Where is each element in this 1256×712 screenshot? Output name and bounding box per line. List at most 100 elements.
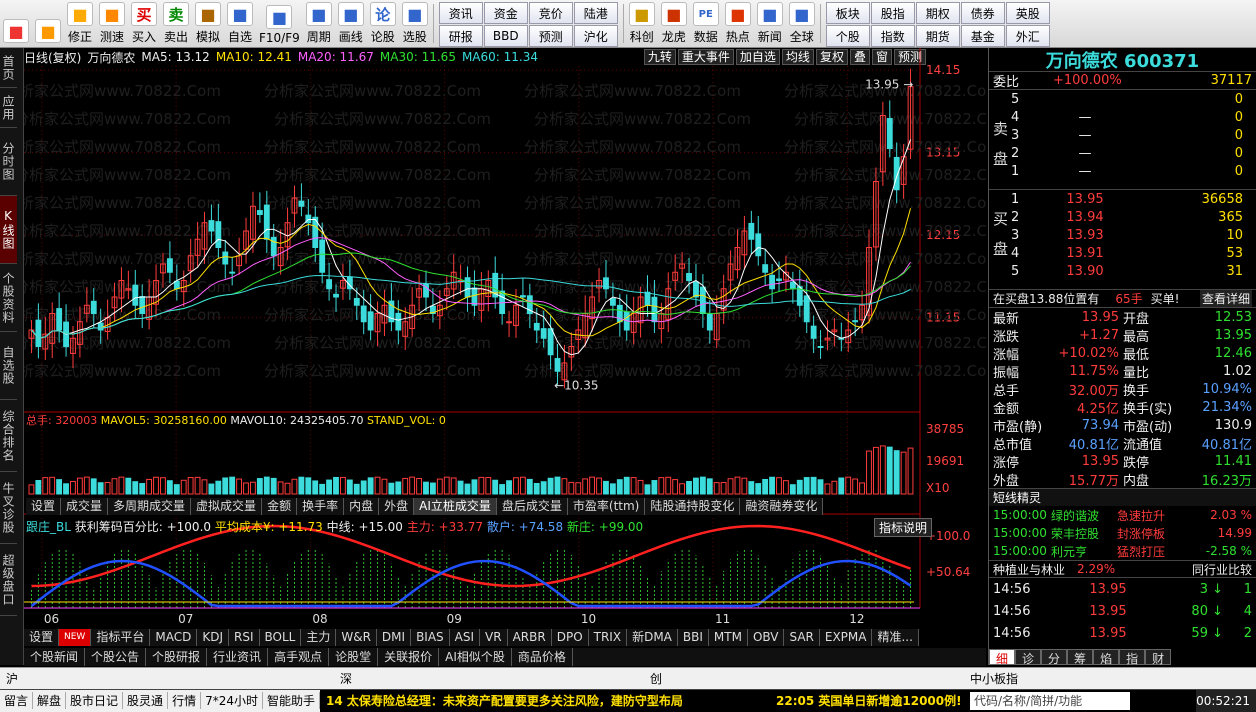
arrows-toolbar-button[interactable]: ■ 修正: [64, 0, 96, 47]
tab-14[interactable]: DPO: [551, 629, 589, 646]
toolbar-个股-button[interactable]: 个股: [825, 25, 870, 47]
tab-12[interactable]: 融资融券变化: [740, 498, 824, 515]
toolbar-债券-button[interactable]: 债券: [960, 2, 1005, 24]
view-detail-button[interactable]: 查看详细: [1199, 290, 1252, 307]
select-toolbar-button[interactable]: ■ 选股: [399, 0, 431, 47]
tab-1[interactable]: 个股公告: [85, 648, 147, 666]
toolbar-资讯-button[interactable]: 资讯: [438, 2, 483, 24]
tab-9[interactable]: DMI: [376, 629, 412, 646]
ticker-item[interactable]: 留言: [0, 692, 34, 709]
tab-17[interactable]: BBI: [677, 629, 709, 646]
sell-level-1[interactable]: 1—0: [1007, 162, 1247, 180]
quote-tab-3[interactable]: 筹: [1067, 649, 1094, 666]
toolbar-BBD-button[interactable]: BBD: [483, 25, 528, 47]
hot-toolbar-button[interactable]: ■ 热点: [722, 0, 754, 47]
sidebar-item-6[interactable]: 综合排名: [0, 400, 17, 472]
tab-11[interactable]: 陆股通持股变化: [645, 498, 741, 515]
toolbar-期权-button[interactable]: 期权: [915, 2, 960, 24]
indicator-help-button[interactable]: 指标说明: [874, 518, 933, 537]
ticker-item[interactable]: 7*24小时: [201, 692, 263, 709]
tab-6[interactable]: BOLL: [259, 629, 302, 646]
toolbar-期货-button[interactable]: 期货: [915, 25, 960, 47]
pe-toolbar-button[interactable]: PE 数据: [690, 0, 722, 47]
quote-tab-4[interactable]: 焰: [1093, 649, 1120, 666]
elves-title[interactable]: 短线精灵: [989, 488, 1256, 506]
quote-tab-0[interactable]: 细: [989, 649, 1016, 666]
tab-7[interactable]: 外盘: [379, 498, 415, 515]
tab-1[interactable]: NEW: [59, 629, 92, 646]
toolbar-外汇-button[interactable]: 外汇: [1005, 25, 1050, 47]
tab-21[interactable]: EXPMA: [819, 629, 873, 646]
tab-13[interactable]: ARBR: [507, 629, 552, 646]
tab-15[interactable]: TRIX: [588, 629, 628, 646]
sidebar-item-7[interactable]: 牛叉诊股: [0, 472, 17, 544]
tab-7[interactable]: 主力: [301, 629, 337, 646]
cy-index[interactable]: 创: [650, 670, 970, 687]
tab-2[interactable]: 指标平台: [91, 629, 151, 646]
f10-toolbar-button[interactable]: ■ F10/F9: [256, 0, 303, 47]
news-toolbar-button[interactable]: ■ 新闻: [754, 0, 786, 47]
tab-2[interactable]: 多周期成交量: [108, 498, 192, 515]
tab-19[interactable]: OBV: [747, 629, 785, 646]
sidebar-item-5[interactable]: 自选股: [0, 332, 17, 400]
quote-tab-6[interactable]: 财: [1145, 649, 1172, 666]
news-headline-1[interactable]: 14 太保寿险总经理：未来资产配置要更多关注风险，建防守型布局: [326, 692, 766, 709]
tab-10[interactable]: BIAS: [411, 629, 450, 646]
sidebar-item-3[interactable]: K线图: [0, 196, 17, 264]
sidebar-item-8[interactable]: 超级盘口: [0, 544, 17, 616]
sell-level-3[interactable]: 3—0: [1007, 126, 1247, 144]
sh-index[interactable]: 沪: [0, 670, 340, 687]
toolbar-基金-button[interactable]: 基金: [960, 25, 1005, 47]
tab-18[interactable]: MTM: [708, 629, 748, 646]
tab-5[interactable]: RSI: [229, 629, 260, 646]
tab-3[interactable]: 行业资讯: [207, 648, 269, 666]
discuss-toolbar-button[interactable]: 论论股: [367, 0, 399, 47]
sell-level-5[interactable]: 50: [1007, 90, 1247, 108]
ticker-item[interactable]: 行情: [168, 692, 202, 709]
buy-level-5[interactable]: 5 13.90 31: [1007, 262, 1247, 280]
tab-3[interactable]: 虚拟成交量: [191, 498, 263, 515]
tab-22[interactable]: 精准...: [872, 629, 919, 646]
tab-4[interactable]: 高手观点: [268, 648, 330, 666]
toolbar-竞价-button[interactable]: 竞价: [528, 2, 573, 24]
toolbar-英股-button[interactable]: 英股: [1005, 2, 1050, 24]
windows-toolbar-button[interactable]: ■: [0, 0, 32, 47]
sidebar-item-2[interactable]: 分时图: [0, 128, 17, 196]
back-toolbar-button[interactable]: ■: [32, 0, 64, 47]
tab-11[interactable]: ASI: [449, 629, 481, 646]
ticker-item[interactable]: 股灵通: [123, 692, 169, 709]
toolbar-研报-button[interactable]: 研报: [438, 25, 483, 47]
sell-level-4[interactable]: 4—0: [1007, 108, 1247, 126]
sidebar-item-0[interactable]: 首页: [0, 48, 17, 88]
tab-20[interactable]: SAR: [784, 629, 820, 646]
period-toolbar-button[interactable]: ■ 周期: [303, 0, 335, 47]
tab-4[interactable]: 金额: [262, 498, 298, 515]
tab-8[interactable]: 商品价格: [512, 648, 573, 666]
elf-row[interactable]: 15:00:00 利元亨 猛烈打压 -2.58 %: [989, 542, 1256, 560]
clock-toolbar-button[interactable]: ■ 测速: [96, 0, 128, 47]
tab-9[interactable]: 盘后成交量: [496, 498, 568, 515]
elf-row[interactable]: 15:00:00 荣丰控股 封涨停板 14.99: [989, 524, 1256, 542]
ticker-item[interactable]: 股市日记: [66, 692, 124, 709]
industry-compare-button[interactable]: 同行业比较: [1192, 561, 1252, 578]
tab-6[interactable]: 关联报价: [378, 648, 440, 666]
tab-0[interactable]: 设置: [26, 498, 62, 515]
tab-16[interactable]: 新DMA: [627, 629, 678, 646]
toolbar-预测-button[interactable]: 预测: [528, 25, 573, 47]
tab-10[interactable]: 市盈率(ttm): [567, 498, 646, 515]
buy-level-4[interactable]: 4 13.91 53: [1007, 244, 1247, 262]
star-toolbar-button[interactable]: ■ 自选: [224, 0, 256, 47]
tab-8[interactable]: W&R: [336, 629, 377, 646]
news-headline-2[interactable]: 22:05 英国单日新增逾12000例!: [776, 692, 966, 709]
globe-toolbar-button[interactable]: ■ 全球: [786, 0, 818, 47]
sidebar-item-4[interactable]: 个股资料: [0, 264, 17, 332]
tab-5[interactable]: 换手率: [297, 498, 345, 515]
tab-0[interactable]: 设置: [24, 629, 60, 646]
tab-12[interactable]: VR: [480, 629, 508, 646]
toolbar-资金-button[interactable]: 资金: [483, 2, 528, 24]
ticker-item[interactable]: 智能助手: [263, 692, 320, 709]
toolbar-沪化-button[interactable]: 沪化: [573, 25, 618, 47]
tab-6[interactable]: 内盘: [344, 498, 380, 515]
buy-level-3[interactable]: 3 13.93 10: [1007, 226, 1247, 244]
hammer-toolbar-button[interactable]: ■ 模拟: [192, 0, 224, 47]
